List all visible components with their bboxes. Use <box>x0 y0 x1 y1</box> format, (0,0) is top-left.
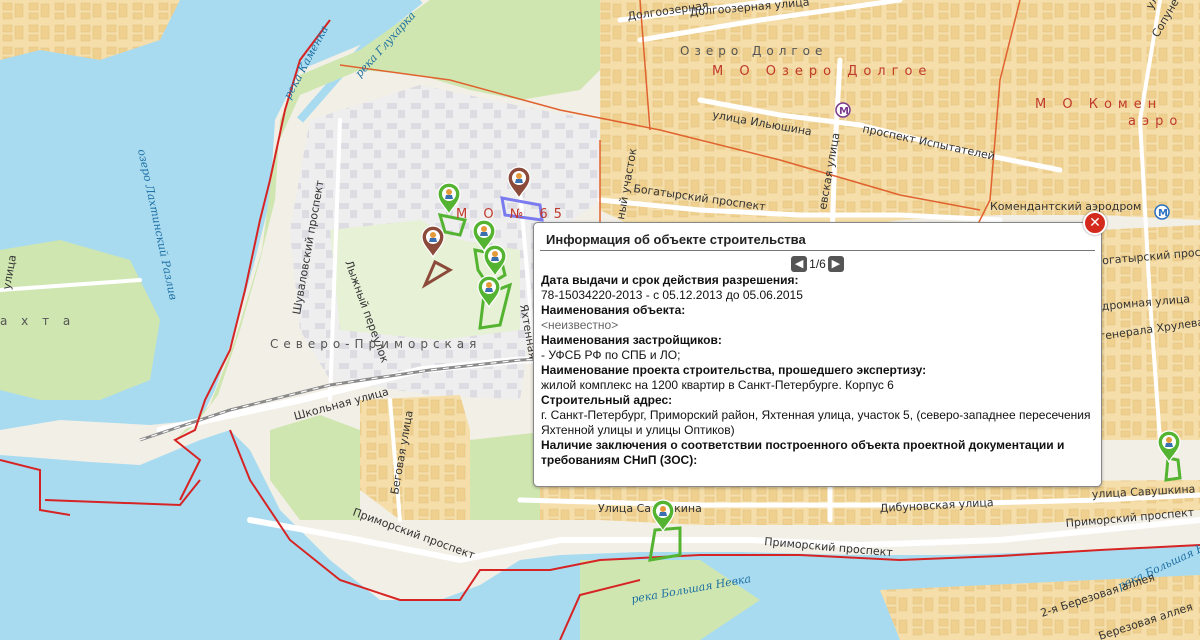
map-label: М О Озеро Долгое <box>712 64 932 79</box>
metro-icon[interactable]: М <box>1154 204 1170 220</box>
field-label: Наименования объекта: <box>541 303 686 317</box>
popup-body: Дата выдачи и срок действия разрешения: … <box>534 273 1101 468</box>
close-icon[interactable]: ✕ <box>1083 211 1107 235</box>
field-value: г. Санкт-Петербург, Приморский район, Ях… <box>541 408 1091 437</box>
field-label: Строительный адрес: <box>541 393 673 407</box>
popup-title: Информация об объекте строительства <box>540 223 1095 251</box>
field-value: <неизвестно> <box>541 318 619 332</box>
field-value: жилой комплекс на 1200 квартир в Санкт-П… <box>541 378 894 392</box>
pager-counter: 1/6 <box>809 257 826 271</box>
object-info-popup: Информация об объекте строительства ◀ 1/… <box>533 222 1102 487</box>
map-label: Озеро Долгое <box>680 44 827 58</box>
field-label: Наименование проекта строительства, прош… <box>541 363 927 377</box>
map-label: а х т а <box>0 314 75 328</box>
map-label: М О Комен <box>1035 97 1162 112</box>
map-label: аэро <box>1128 114 1183 129</box>
pager: ◀ 1/6 ▶ <box>534 255 1101 273</box>
svg-text:М: М <box>1158 208 1168 219</box>
map-label: М О № 65 <box>456 207 568 222</box>
field-label: Дата выдачи и срок действия разрешения: <box>541 273 799 287</box>
field-value: - УФСБ РФ по СПБ и ЛО; <box>541 348 681 362</box>
map-label: Улица Савушкина <box>598 502 702 515</box>
chevron-left-icon[interactable]: ◀ <box>791 256 808 272</box>
svg-text:М: М <box>839 106 849 117</box>
map-label: Северо-Приморская <box>270 337 481 351</box>
field-value: 78-15034220-2013 - с 05.12.2013 до 05.06… <box>541 288 803 302</box>
field-label: Наличие заключения о соответствии постро… <box>541 438 1065 467</box>
metro-icon[interactable]: М <box>835 102 851 118</box>
chevron-right-icon[interactable]: ▶ <box>827 256 844 272</box>
field-label: Наименования застройщиков: <box>541 333 722 347</box>
map-label: Комендантский аэродром <box>990 200 1141 213</box>
